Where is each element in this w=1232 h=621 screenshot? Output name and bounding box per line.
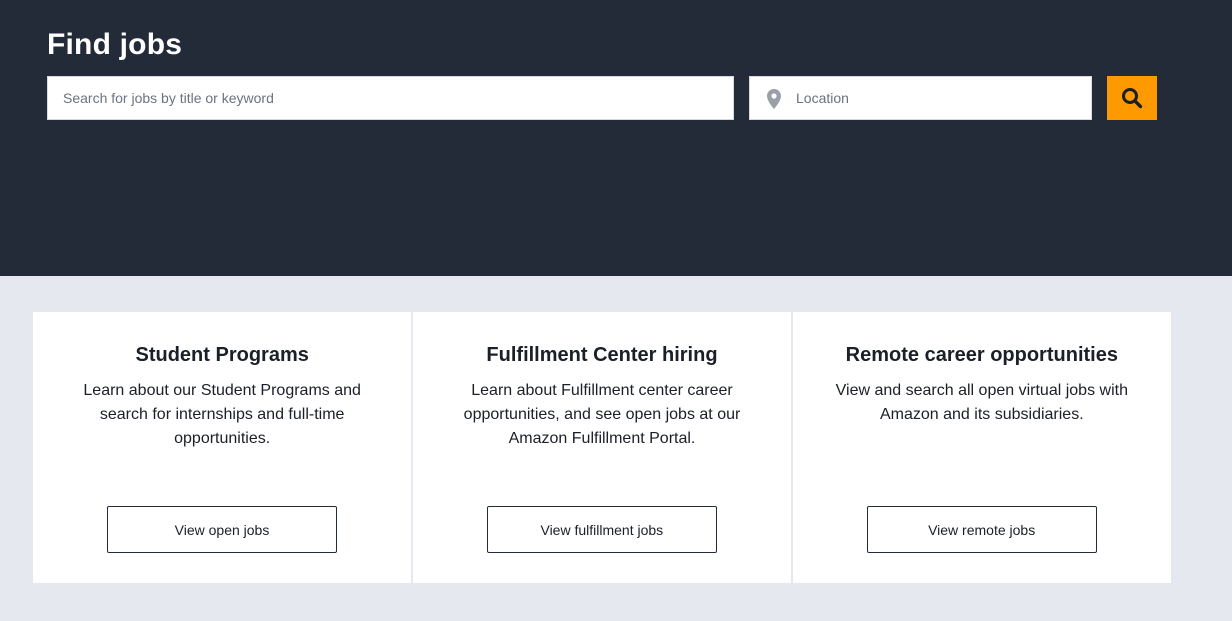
card-description: Learn about Fulfillment center career op…: [463, 382, 741, 447]
card-student-programs: Student Programs Learn about our Student…: [33, 312, 412, 583]
page-title: Find jobs: [47, 28, 183, 61]
view-remote-jobs-button[interactable]: View remote jobs: [866, 506, 1097, 553]
search-button[interactable]: [1107, 76, 1157, 120]
location-input[interactable]: [796, 77, 1086, 119]
view-open-jobs-button[interactable]: View open jobs: [107, 506, 337, 553]
view-fulfillment-jobs-button[interactable]: View fulfillment jobs: [486, 506, 717, 553]
card-title: Student Programs: [135, 344, 309, 366]
card-title: Remote career opportunities: [845, 344, 1118, 366]
card-description: View and search all open virtual jobs wi…: [835, 382, 1128, 423]
card-title: Fulfillment Center hiring: [486, 344, 718, 366]
location-pin-icon: [767, 89, 781, 109]
card-fulfillment-center: Fulfillment Center hiring Learn about Fu…: [412, 312, 792, 583]
search-icon: [1122, 88, 1143, 109]
keyword-search-box[interactable]: [47, 76, 734, 120]
card-remote-careers: Remote career opportunities View and sea…: [792, 312, 1171, 583]
keyword-search-input[interactable]: [48, 77, 733, 119]
job-category-cards: Student Programs Learn about our Student…: [33, 312, 1171, 583]
hero-banner: Find jobs: [0, 0, 1232, 276]
location-search-box[interactable]: [749, 76, 1092, 120]
card-description: Learn about our Student Programs and sea…: [83, 382, 361, 447]
